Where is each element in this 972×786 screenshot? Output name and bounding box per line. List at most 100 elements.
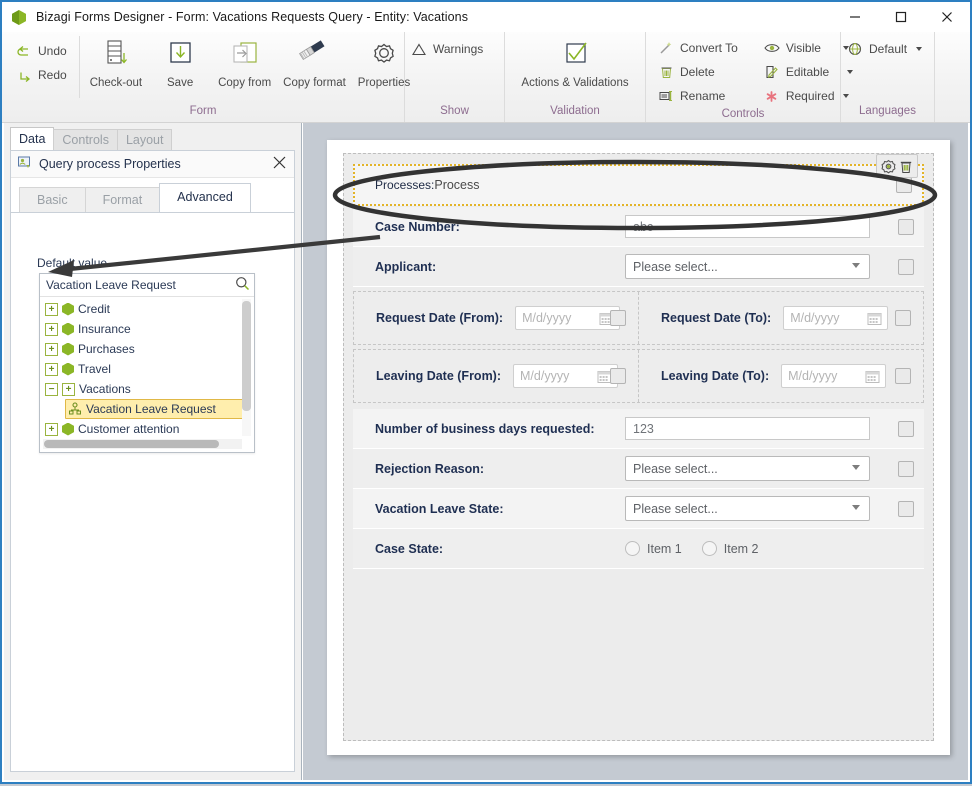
chevron-down-icon[interactable]: [916, 47, 923, 51]
warnings-button[interactable]: Warnings: [405, 38, 489, 60]
subtab-advanced[interactable]: Advanced: [159, 183, 251, 212]
subtab-basic[interactable]: Basic: [19, 187, 86, 212]
close-icon[interactable]: [924, 2, 970, 32]
properties-label: Properties: [357, 77, 411, 89]
form-field-request-date-to[interactable]: Request Date (To): M/d/yyyy: [639, 292, 923, 344]
form-row-case-number[interactable]: Case Number: abc: [353, 207, 924, 247]
search-input[interactable]: [46, 278, 235, 292]
form-field-leaving-date-from[interactable]: Leaving Date (From): M/d/yyyy: [354, 350, 639, 402]
tab-controls[interactable]: Controls: [53, 129, 118, 150]
form-row-business-days[interactable]: Number of business days requested: 123: [353, 409, 924, 449]
convert-to-button[interactable]: Convert To: [652, 37, 744, 59]
tab-data[interactable]: Data: [10, 127, 55, 150]
tree-item-insurance[interactable]: + Insurance: [43, 319, 251, 339]
tree-item-customer-attention[interactable]: + Customer attention: [43, 419, 251, 436]
tree-vertical-scrollbar[interactable]: [242, 299, 251, 436]
copy-format-button[interactable]: Copy format: [277, 36, 352, 89]
form-row-processes[interactable]: Processes: Process: [353, 154, 924, 206]
folder-plus-icon: +: [62, 382, 75, 396]
tree-item-credit[interactable]: + Credit: [43, 299, 251, 319]
actions-validations-button[interactable]: Actions & Validations: [502, 36, 649, 89]
expander-plus-icon[interactable]: +: [45, 342, 58, 356]
copy-from-button[interactable]: Copy from: [212, 36, 277, 89]
tree-search-row: [40, 274, 254, 297]
calendar-icon[interactable]: [865, 369, 880, 387]
maximize-icon[interactable]: [878, 2, 924, 32]
tree-horizontal-scrollbar[interactable]: [43, 439, 242, 449]
delete-button[interactable]: Delete: [652, 61, 744, 83]
asterisk-icon: [764, 88, 780, 104]
applicant-select[interactable]: Please select...: [625, 254, 870, 279]
form-row-applicant[interactable]: Applicant: Please select...: [353, 247, 924, 287]
minimize-icon[interactable]: [832, 2, 878, 32]
window-controls: [832, 2, 970, 32]
tree-item-label: Insurance: [78, 322, 131, 336]
search-magnifier-icon[interactable]: [235, 276, 250, 294]
expander-plus-icon[interactable]: +: [45, 422, 58, 436]
applicant-checkbox[interactable]: [898, 258, 914, 275]
leaving-date-to-label: Leaving Date (To):: [661, 369, 770, 383]
tree-item-purchases[interactable]: + Purchases: [43, 339, 251, 359]
form-field-request-date-from[interactable]: Request Date (From): M/d/yyyy: [354, 292, 639, 344]
save-button[interactable]: Save: [148, 36, 212, 89]
request-date-to-placeholder: M/d/yyyy: [790, 311, 840, 325]
leaving-date-from-input[interactable]: M/d/yyyy: [513, 364, 619, 388]
request-date-to-input[interactable]: M/d/yyyy: [783, 306, 889, 330]
business-days-checkbox[interactable]: [898, 420, 914, 437]
undo-arrow-icon: [16, 43, 32, 59]
tree-item-vacation-leave-request[interactable]: Vacation Leave Request: [65, 399, 251, 419]
window-title: Bizagi Forms Designer - Form: Vacations …: [36, 10, 469, 24]
process-node-icon: [68, 402, 82, 416]
leaving-date-to-input[interactable]: M/d/yyyy: [781, 364, 887, 388]
check-out-button[interactable]: Check-out: [84, 36, 148, 89]
applicant-label: Applicant:: [375, 259, 437, 274]
rename-label: Rename: [680, 89, 726, 103]
form-row-vacation-leave-state[interactable]: Vacation Leave State: Please select...: [353, 489, 924, 529]
business-days-input[interactable]: 123: [625, 417, 870, 440]
tree-item-travel[interactable]: + Travel: [43, 359, 251, 379]
ribbon-group-title-show: Show: [440, 105, 469, 117]
form-row-leaving-date-pair: Leaving Date (From): M/d/yyyy Leaving Da…: [353, 349, 924, 403]
default-language-button[interactable]: Default: [841, 38, 928, 60]
entity-tree-popup: + Credit + Insurance + Purchases: [39, 273, 255, 453]
form-row-rejection-reason[interactable]: Rejection Reason: Please select...: [353, 449, 924, 489]
ribbon-group-form: Undo Redo Check-out Save Copy from Copy …: [2, 32, 410, 122]
radio-item-2[interactable]: [701, 541, 717, 556]
vacation-leave-state-select[interactable]: Please select...: [625, 496, 870, 521]
leaving-date-to-checkbox[interactable]: [895, 368, 911, 384]
delete-trash-icon[interactable]: [898, 158, 914, 174]
request-date-to-checkbox[interactable]: [895, 310, 911, 326]
configure-gear-icon[interactable]: [880, 158, 896, 174]
subtab-format[interactable]: Format: [84, 187, 161, 212]
form-field-leaving-date-to[interactable]: Leaving Date (To): M/d/yyyy: [639, 350, 923, 402]
tree-item-vacations[interactable]: − + Vacations: [43, 379, 251, 399]
chevron-down-icon[interactable]: [852, 505, 860, 510]
trash-icon: [658, 64, 674, 80]
chevron-down-icon[interactable]: [852, 465, 860, 470]
request-date-from-input[interactable]: M/d/yyyy: [515, 306, 621, 330]
rename-button[interactable]: Rename: [652, 85, 744, 107]
copy-from-icon: [230, 36, 260, 76]
row-toolbar: [876, 154, 918, 178]
expander-minus-icon[interactable]: −: [45, 382, 58, 396]
close-icon[interactable]: [271, 156, 288, 172]
rejection-reason-select[interactable]: Please select...: [625, 456, 870, 481]
case-number-input[interactable]: abc: [625, 215, 870, 238]
case-number-checkbox[interactable]: [898, 218, 914, 235]
expander-plus-icon[interactable]: +: [45, 302, 58, 316]
calendar-icon[interactable]: [867, 311, 882, 329]
expander-plus-icon[interactable]: +: [45, 362, 58, 376]
tab-layout[interactable]: Layout: [116, 129, 173, 150]
chevron-down-icon[interactable]: [852, 263, 860, 268]
radio-item-1[interactable]: [625, 541, 640, 556]
processes-checkbox[interactable]: [896, 177, 912, 193]
left-panel-tabs: Data Controls Layout: [10, 127, 173, 150]
redo-button[interactable]: Redo: [10, 64, 73, 86]
request-date-from-checkbox[interactable]: [610, 310, 626, 326]
leaving-date-from-checkbox[interactable]: [610, 368, 626, 384]
rejection-reason-checkbox[interactable]: [898, 460, 914, 477]
expander-plus-icon[interactable]: +: [45, 322, 58, 336]
vacation-leave-state-checkbox[interactable]: [898, 500, 914, 517]
form-row-case-state[interactable]: Case State: Item 1 Item 2: [353, 529, 924, 569]
undo-button[interactable]: Undo: [10, 40, 73, 62]
